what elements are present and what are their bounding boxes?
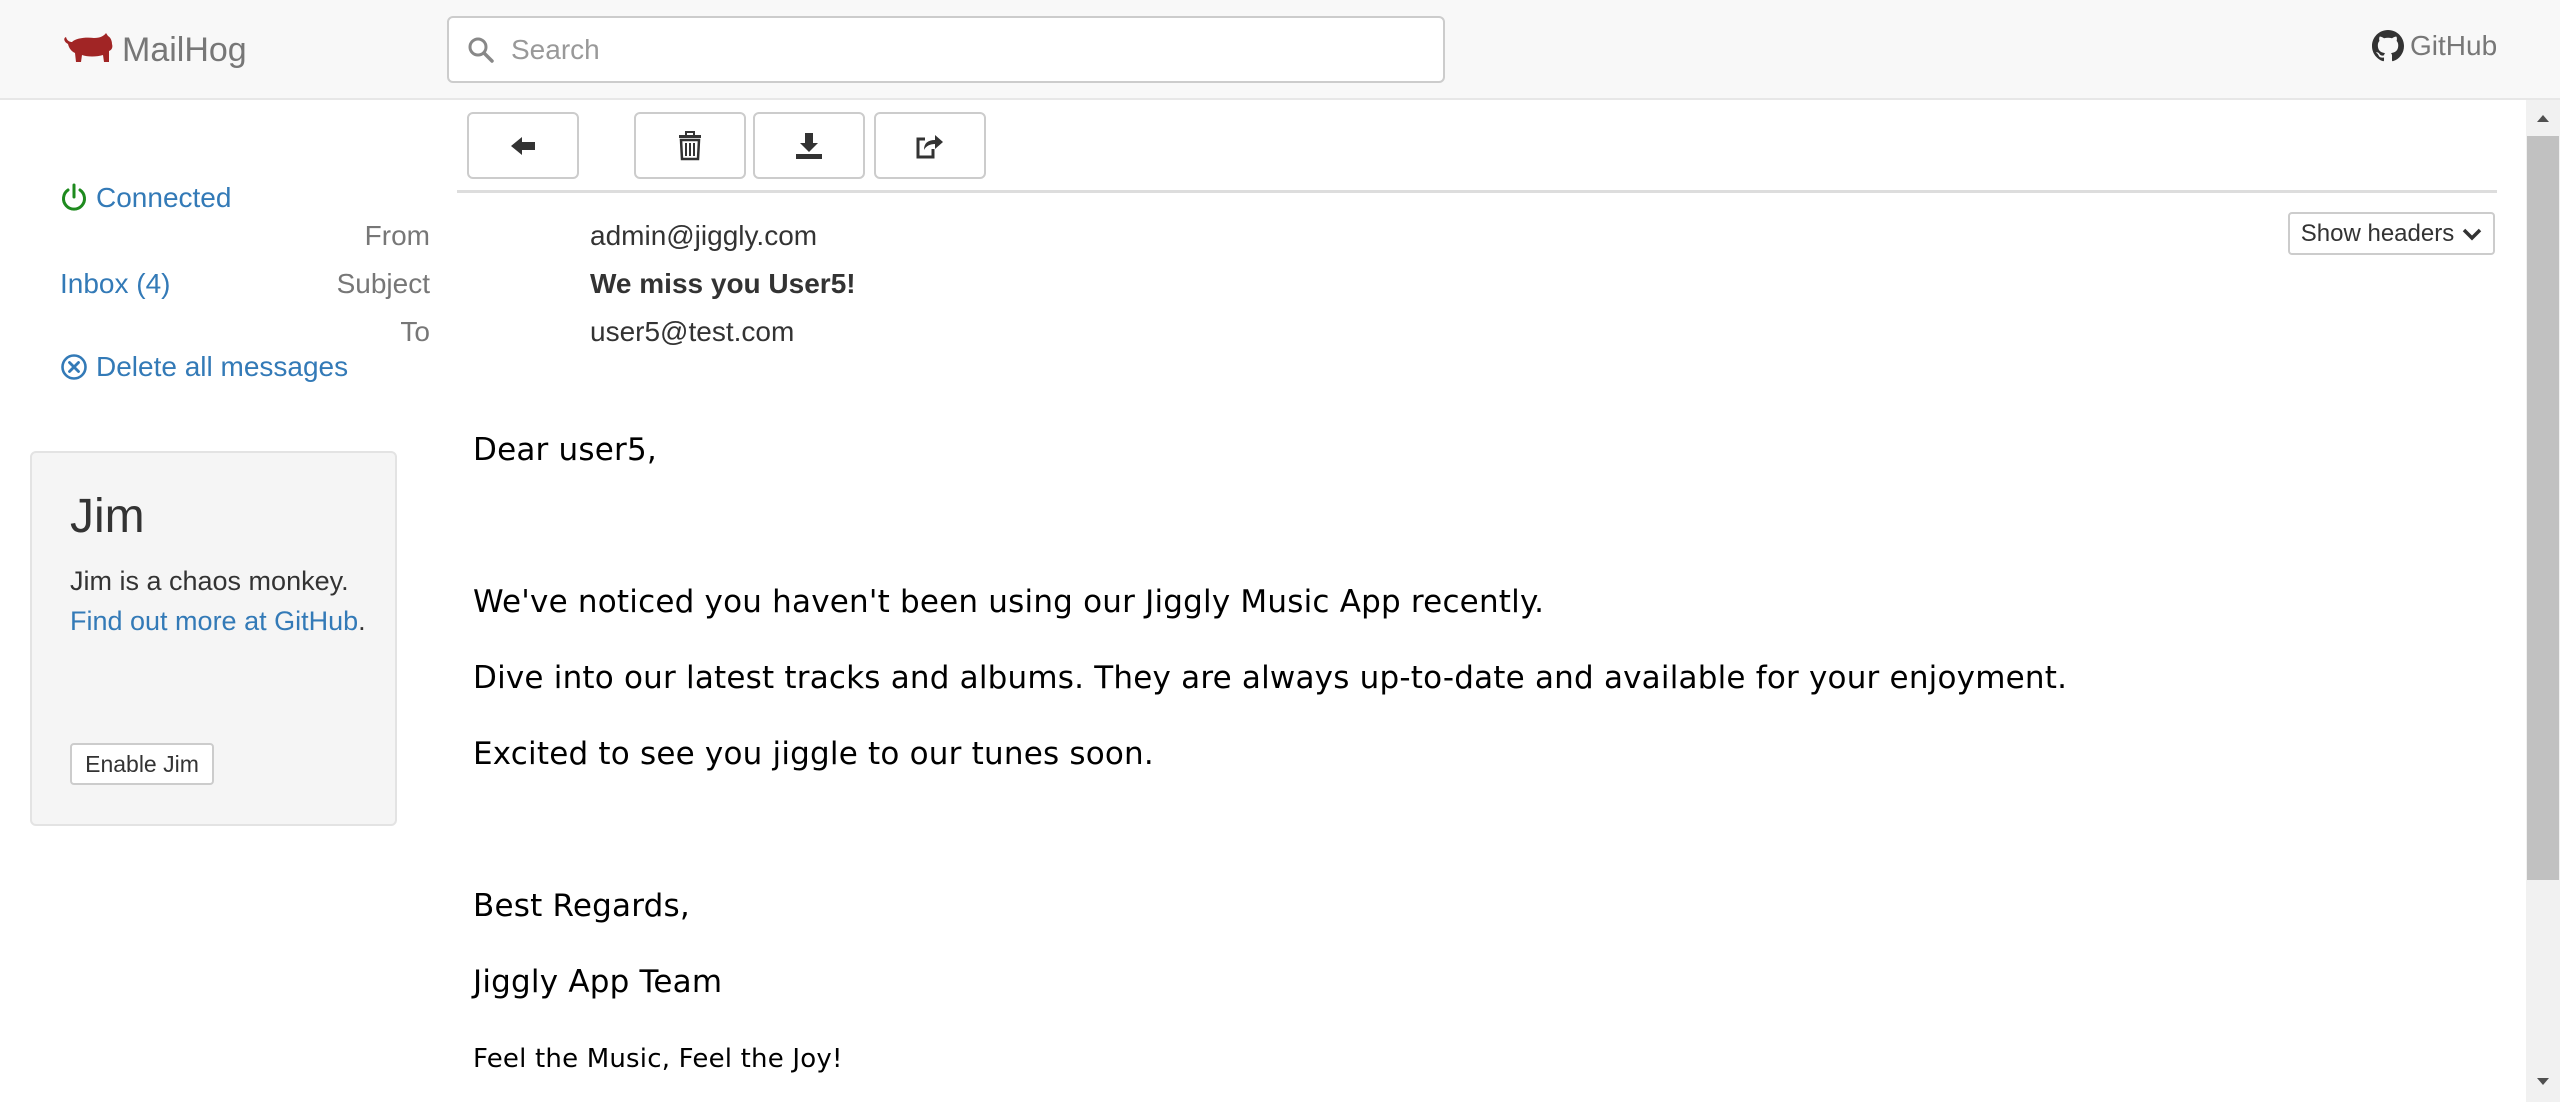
github-link[interactable]: GitHub [2372, 30, 2497, 62]
from-label: From [364, 220, 430, 251]
back-button[interactable] [467, 112, 579, 179]
download-button[interactable] [753, 112, 865, 179]
jim-description-text: Jim is a chaos monkey. [70, 566, 349, 596]
brand[interactable]: MailHog [62, 28, 247, 72]
body-signature: Jiggly App Team [473, 964, 723, 1000]
body-closing: Best Regards, [473, 888, 690, 924]
scroll-down-arrow-icon[interactable] [2533, 1074, 2553, 1090]
top-navbar: MailHog GitHub [0, 0, 2560, 100]
share-icon [916, 134, 943, 158]
power-icon [62, 183, 86, 211]
inbox-link[interactable]: Inbox (4) [60, 268, 171, 300]
jim-find-out-link[interactable]: Find out more at [70, 606, 267, 636]
enable-jim-button[interactable]: Enable Jim [70, 743, 214, 785]
scrollbar-thumb[interactable] [2527, 136, 2559, 880]
delete-all-label: Delete all messages [96, 351, 349, 382]
search-icon [468, 37, 494, 63]
show-headers-label: Show headers [2300, 219, 2455, 247]
scroll-up-arrow-icon[interactable] [2533, 110, 2553, 126]
body-greeting: Dear user5, [473, 432, 657, 468]
release-button[interactable] [874, 112, 986, 179]
to-label: To [400, 316, 430, 347]
pig-logo-icon [64, 33, 113, 62]
from-value: admin@jiggly.com [590, 220, 818, 251]
arrow-left-icon [511, 136, 535, 155]
app-name: MailHog [122, 30, 247, 69]
body-line-1: We've noticed you haven't been using our… [473, 584, 1545, 620]
github-label: GitHub [2410, 30, 2498, 61]
connection-status[interactable]: Connected [60, 182, 231, 214]
jim-period: . [358, 606, 366, 636]
jim-description: Jim is a chaos monkey. Find out more at … [70, 561, 370, 641]
github-icon [2372, 30, 2404, 62]
jim-panel: Jim Jim is a chaos monkey. Find out more… [30, 451, 397, 826]
inbox-label: Inbox (4) [60, 268, 171, 299]
to-value: user5@test.com [590, 316, 795, 347]
download-icon [796, 132, 822, 159]
search-input[interactable] [509, 26, 1413, 74]
connected-label: Connected [96, 182, 232, 213]
body-line-3: Excited to see you jiggle to our tunes s… [473, 736, 1154, 772]
subject-value: We miss you User5! [590, 268, 856, 299]
body-tagline: Feel the Music, Feel the Joy! [473, 1044, 843, 1074]
delete-message-button[interactable] [634, 112, 746, 179]
search-box[interactable] [447, 16, 1445, 83]
subject-label: Subject [336, 268, 430, 299]
body-line-2: Dive into our latest tracks and albums. … [473, 660, 2068, 696]
delete-all-button[interactable]: Delete all messages [60, 351, 348, 383]
trash-icon [679, 130, 701, 160]
remove-circle-icon [61, 354, 87, 380]
jim-title: Jim [70, 490, 145, 543]
toolbar-divider [457, 190, 2497, 193]
show-headers-button[interactable]: Show headers [2288, 212, 2495, 255]
jim-github-link[interactable]: GitHub [274, 606, 358, 636]
chevron-down-icon [2462, 228, 2482, 240]
